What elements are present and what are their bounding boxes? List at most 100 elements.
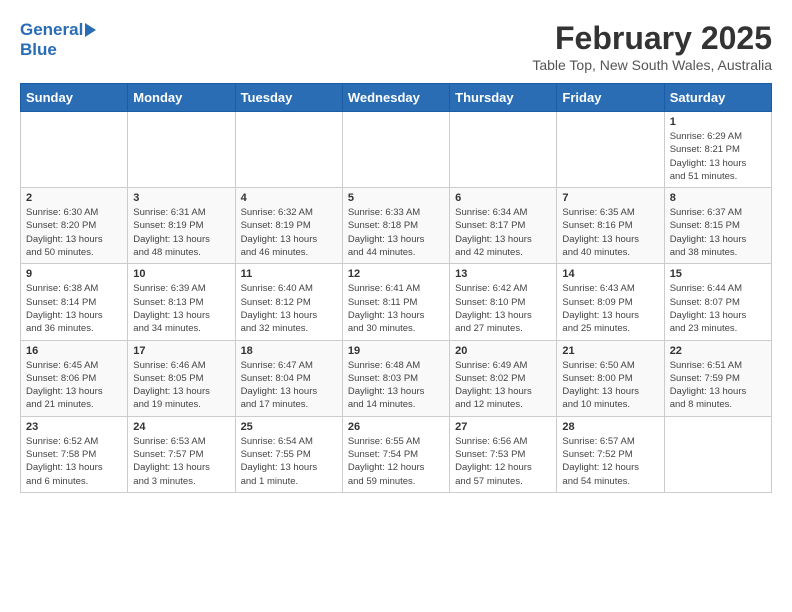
calendar-day-23: 23 Sunrise: 6:52 AM Sunset: 7:58 PM Dayli… — [21, 416, 128, 492]
day-number: 1 — [670, 116, 766, 128]
day-number: 13 — [455, 268, 551, 280]
day-number: 22 — [670, 345, 766, 357]
day-number: 3 — [133, 192, 229, 204]
day-number: 18 — [241, 345, 337, 357]
page-subtitle: Table Top, New South Wales, Australia — [532, 57, 772, 73]
weekday-header-sunday: Sunday — [21, 84, 128, 112]
calendar-empty-cell — [128, 112, 235, 188]
day-number: 4 — [241, 192, 337, 204]
calendar-day-15: 15 Sunrise: 6:44 AM Sunset: 8:07 PM Dayli… — [664, 264, 771, 340]
calendar-empty-cell — [21, 112, 128, 188]
calendar-day-9: 9Sunrise: 6:38 AM Sunset: 8:14 PM Daylig… — [21, 264, 128, 340]
day-info: Sunrise: 6:45 AM Sunset: 8:06 PM Dayligh… — [26, 359, 122, 412]
calendar-empty-cell — [342, 112, 449, 188]
day-number: 14 — [562, 268, 658, 280]
day-number: 25 — [241, 421, 337, 433]
day-info: Sunrise: 6:47 AM Sunset: 8:04 PM Dayligh… — [241, 359, 337, 412]
logo: General Blue — [20, 20, 96, 60]
logo-arrow-icon — [85, 23, 96, 37]
day-info: Sunrise: 6:31 AM Sunset: 8:19 PM Dayligh… — [133, 206, 229, 259]
calendar-day-18: 18 Sunrise: 6:47 AM Sunset: 8:04 PM Dayli… — [235, 340, 342, 416]
calendar-empty-cell — [450, 112, 557, 188]
calendar-day-8: 8Sunrise: 6:37 AM Sunset: 8:15 PM Daylig… — [664, 188, 771, 264]
calendar-day-2: 2 Sunrise: 6:30 AM Sunset: 8:20 PM Daylig… — [21, 188, 128, 264]
weekday-header-monday: Monday — [128, 84, 235, 112]
calendar-day-21: 21Sunrise: 6:50 AM Sunset: 8:00 PM Dayli… — [557, 340, 664, 416]
day-info: Sunrise: 6:41 AM Sunset: 8:11 PM Dayligh… — [348, 282, 444, 335]
calendar-header-row: SundayMondayTuesdayWednesdayThursdayFrid… — [21, 84, 772, 112]
day-number: 24 — [133, 421, 229, 433]
calendar-day-22: 22 Sunrise: 6:51 AM Sunset: 7:59 PM Dayli… — [664, 340, 771, 416]
day-number: 2 — [26, 192, 122, 204]
day-info: Sunrise: 6:29 AM Sunset: 8:21 PM Dayligh… — [670, 130, 766, 183]
calendar-day-1: 1 Sunrise: 6:29 AM Sunset: 8:21 PM Daylig… — [664, 112, 771, 188]
calendar-day-27: 27 Sunrise: 6:56 AM Sunset: 7:53 PM Dayli… — [450, 416, 557, 492]
day-info: Sunrise: 6:38 AM Sunset: 8:14 PM Dayligh… — [26, 282, 122, 335]
day-number: 12 — [348, 268, 444, 280]
day-info: Sunrise: 6:43 AM Sunset: 8:09 PM Dayligh… — [562, 282, 658, 335]
day-info: Sunrise: 6:40 AM Sunset: 8:12 PM Dayligh… — [241, 282, 337, 335]
day-number: 17 — [133, 345, 229, 357]
day-info: Sunrise: 6:54 AM Sunset: 7:55 PM Dayligh… — [241, 435, 337, 488]
day-info: Sunrise: 6:34 AM Sunset: 8:17 PM Dayligh… — [455, 206, 551, 259]
header: General Blue February 2025 Table Top, Ne… — [20, 20, 772, 73]
day-info: Sunrise: 6:32 AM Sunset: 8:19 PM Dayligh… — [241, 206, 337, 259]
calendar-day-11: 11Sunrise: 6:40 AM Sunset: 8:12 PM Dayli… — [235, 264, 342, 340]
calendar-empty-cell — [235, 112, 342, 188]
day-number: 10 — [133, 268, 229, 280]
calendar-day-7: 7Sunrise: 6:35 AM Sunset: 8:16 PM Daylig… — [557, 188, 664, 264]
calendar-day-16: 16 Sunrise: 6:45 AM Sunset: 8:06 PM Dayli… — [21, 340, 128, 416]
calendar-day-3: 3 Sunrise: 6:31 AM Sunset: 8:19 PM Daylig… — [128, 188, 235, 264]
day-number: 5 — [348, 192, 444, 204]
weekday-header-saturday: Saturday — [664, 84, 771, 112]
calendar-day-20: 20 Sunrise: 6:49 AM Sunset: 8:02 PM Dayli… — [450, 340, 557, 416]
day-number: 23 — [26, 421, 122, 433]
day-info: Sunrise: 6:51 AM Sunset: 7:59 PM Dayligh… — [670, 359, 766, 412]
calendar-week-row: 9Sunrise: 6:38 AM Sunset: 8:14 PM Daylig… — [21, 264, 772, 340]
day-info: Sunrise: 6:52 AM Sunset: 7:58 PM Dayligh… — [26, 435, 122, 488]
calendar-day-10: 10Sunrise: 6:39 AM Sunset: 8:13 PM Dayli… — [128, 264, 235, 340]
calendar-week-row: 16 Sunrise: 6:45 AM Sunset: 8:06 PM Dayli… — [21, 340, 772, 416]
day-info: Sunrise: 6:49 AM Sunset: 8:02 PM Dayligh… — [455, 359, 551, 412]
weekday-header-tuesday: Tuesday — [235, 84, 342, 112]
calendar-day-4: 4 Sunrise: 6:32 AM Sunset: 8:19 PM Daylig… — [235, 188, 342, 264]
calendar-day-28: 28 Sunrise: 6:57 AM Sunset: 7:52 PM Dayli… — [557, 416, 664, 492]
day-number: 28 — [562, 421, 658, 433]
day-info: Sunrise: 6:42 AM Sunset: 8:10 PM Dayligh… — [455, 282, 551, 335]
day-info: Sunrise: 6:57 AM Sunset: 7:52 PM Dayligh… — [562, 435, 658, 488]
day-info: Sunrise: 6:50 AM Sunset: 8:00 PM Dayligh… — [562, 359, 658, 412]
calendar-empty-cell — [557, 112, 664, 188]
logo-blue: Blue — [20, 40, 57, 59]
day-info: Sunrise: 6:56 AM Sunset: 7:53 PM Dayligh… — [455, 435, 551, 488]
calendar-day-25: 25 Sunrise: 6:54 AM Sunset: 7:55 PM Dayli… — [235, 416, 342, 492]
day-info: Sunrise: 6:53 AM Sunset: 7:57 PM Dayligh… — [133, 435, 229, 488]
calendar-empty-cell — [664, 416, 771, 492]
calendar-week-row: 23 Sunrise: 6:52 AM Sunset: 7:58 PM Dayli… — [21, 416, 772, 492]
day-number: 16 — [26, 345, 122, 357]
calendar-day-24: 24 Sunrise: 6:53 AM Sunset: 7:57 PM Dayli… — [128, 416, 235, 492]
title-section: February 2025 Table Top, New South Wales… — [532, 20, 772, 73]
calendar-day-26: 26Sunrise: 6:55 AM Sunset: 7:54 PM Dayli… — [342, 416, 449, 492]
day-info: Sunrise: 6:33 AM Sunset: 8:18 PM Dayligh… — [348, 206, 444, 259]
weekday-header-friday: Friday — [557, 84, 664, 112]
calendar-day-12: 12 Sunrise: 6:41 AM Sunset: 8:11 PM Dayli… — [342, 264, 449, 340]
weekday-header-wednesday: Wednesday — [342, 84, 449, 112]
day-info: Sunrise: 6:30 AM Sunset: 8:20 PM Dayligh… — [26, 206, 122, 259]
day-info: Sunrise: 6:44 AM Sunset: 8:07 PM Dayligh… — [670, 282, 766, 335]
calendar-day-5: 5 Sunrise: 6:33 AM Sunset: 8:18 PM Daylig… — [342, 188, 449, 264]
logo-general: General — [20, 20, 83, 40]
day-info: Sunrise: 6:35 AM Sunset: 8:16 PM Dayligh… — [562, 206, 658, 259]
day-info: Sunrise: 6:46 AM Sunset: 8:05 PM Dayligh… — [133, 359, 229, 412]
calendar-day-19: 19Sunrise: 6:48 AM Sunset: 8:03 PM Dayli… — [342, 340, 449, 416]
calendar-day-6: 6Sunrise: 6:34 AM Sunset: 8:17 PM Daylig… — [450, 188, 557, 264]
day-number: 15 — [670, 268, 766, 280]
calendar: SundayMondayTuesdayWednesdayThursdayFrid… — [20, 83, 772, 493]
calendar-day-14: 14 Sunrise: 6:43 AM Sunset: 8:09 PM Dayli… — [557, 264, 664, 340]
day-number: 8 — [670, 192, 766, 204]
day-number: 20 — [455, 345, 551, 357]
calendar-week-row: 2 Sunrise: 6:30 AM Sunset: 8:20 PM Daylig… — [21, 188, 772, 264]
calendar-day-17: 17 Sunrise: 6:46 AM Sunset: 8:05 PM Dayli… — [128, 340, 235, 416]
calendar-day-13: 13 Sunrise: 6:42 AM Sunset: 8:10 PM Dayli… — [450, 264, 557, 340]
day-number: 27 — [455, 421, 551, 433]
calendar-week-row: 1 Sunrise: 6:29 AM Sunset: 8:21 PM Daylig… — [21, 112, 772, 188]
